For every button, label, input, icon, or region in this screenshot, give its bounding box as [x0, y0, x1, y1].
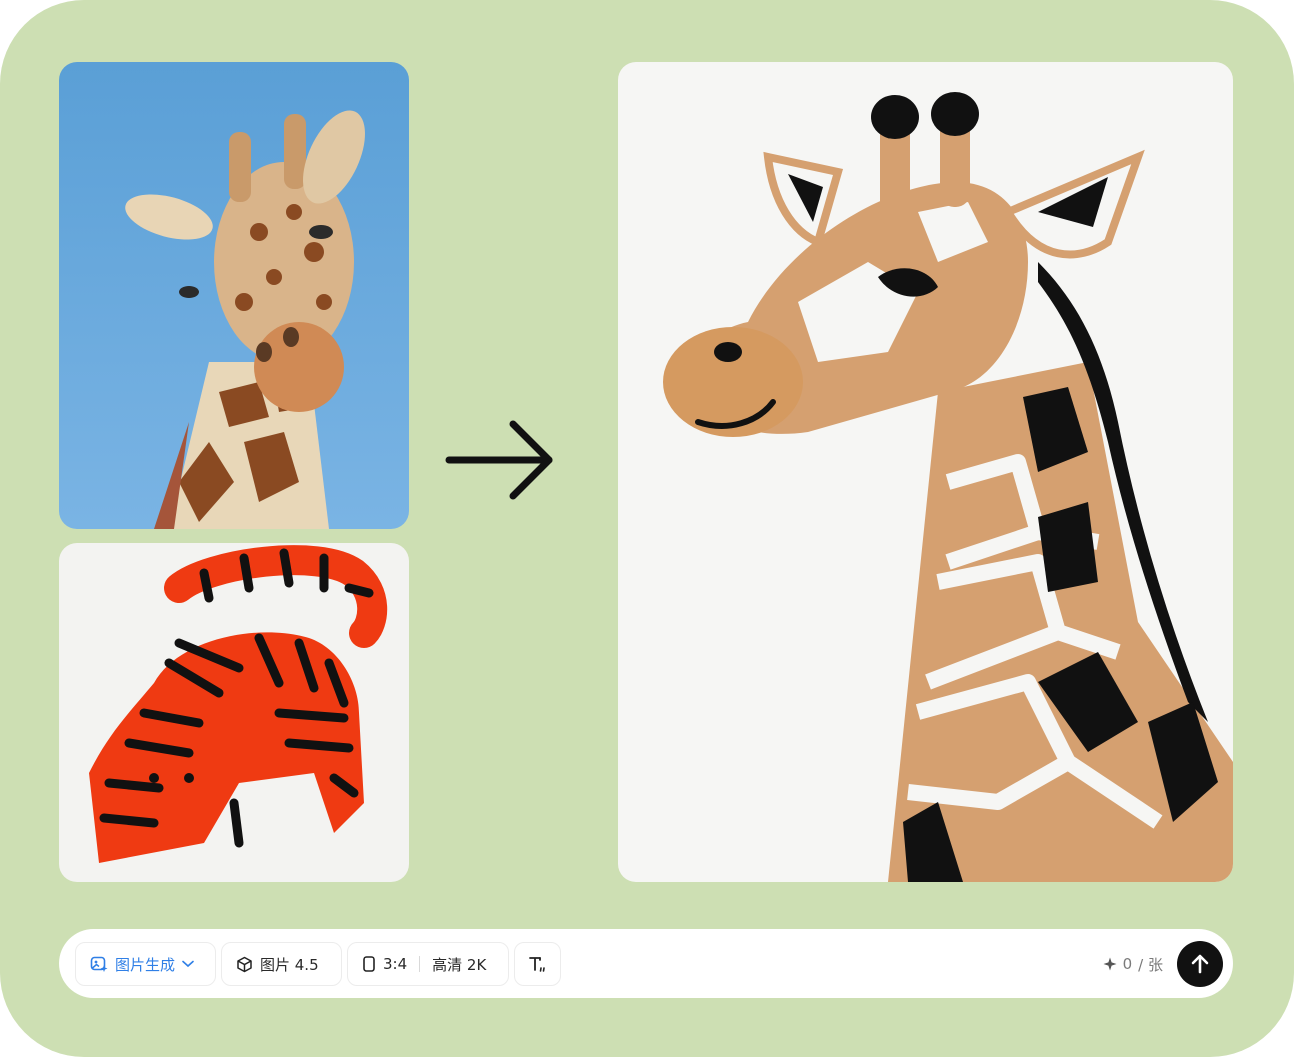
generated-result [618, 62, 1233, 882]
mode-selector[interactable]: 图片生成 [75, 942, 216, 986]
giraffe-photo-image [59, 62, 409, 529]
credits-indicator: 0 / 张 [1103, 953, 1163, 975]
text-style-button[interactable] [514, 942, 561, 986]
send-button[interactable] [1177, 941, 1223, 987]
source-photo [59, 62, 409, 529]
style-reference [59, 543, 409, 882]
size-selector[interactable]: 3:4 高清 2K [347, 942, 509, 986]
sparkle-icon [1103, 957, 1117, 971]
tiger-illustration-image [59, 543, 409, 882]
arrow-up-icon [1191, 954, 1209, 974]
canvas-frame: 图片生成 图片 4.5 3:4 高清 2K 0 / 张 [0, 0, 1294, 1057]
generation-toolbar: 图片生成 图片 4.5 3:4 高清 2K 0 / 张 [59, 929, 1233, 998]
giraffe-illustration-image [618, 62, 1233, 882]
model-selector[interactable]: 图片 4.5 [221, 942, 342, 986]
cube-icon [237, 956, 252, 972]
model-label: 图片 4.5 [260, 955, 319, 974]
aspect-ratio-label: 3:4 [383, 955, 408, 973]
image-sparkle-icon [90, 956, 108, 972]
chevron-down-icon [182, 960, 194, 968]
text-style-icon [528, 957, 545, 972]
resolution-label: 高清 2K [432, 955, 487, 974]
credits-count: 0 [1122, 955, 1133, 973]
arrow-right-icon [445, 420, 553, 500]
credits-unit: / 张 [1138, 955, 1163, 974]
divider [419, 956, 421, 972]
portrait-frame-icon [363, 956, 375, 972]
mode-label: 图片生成 [115, 955, 176, 974]
